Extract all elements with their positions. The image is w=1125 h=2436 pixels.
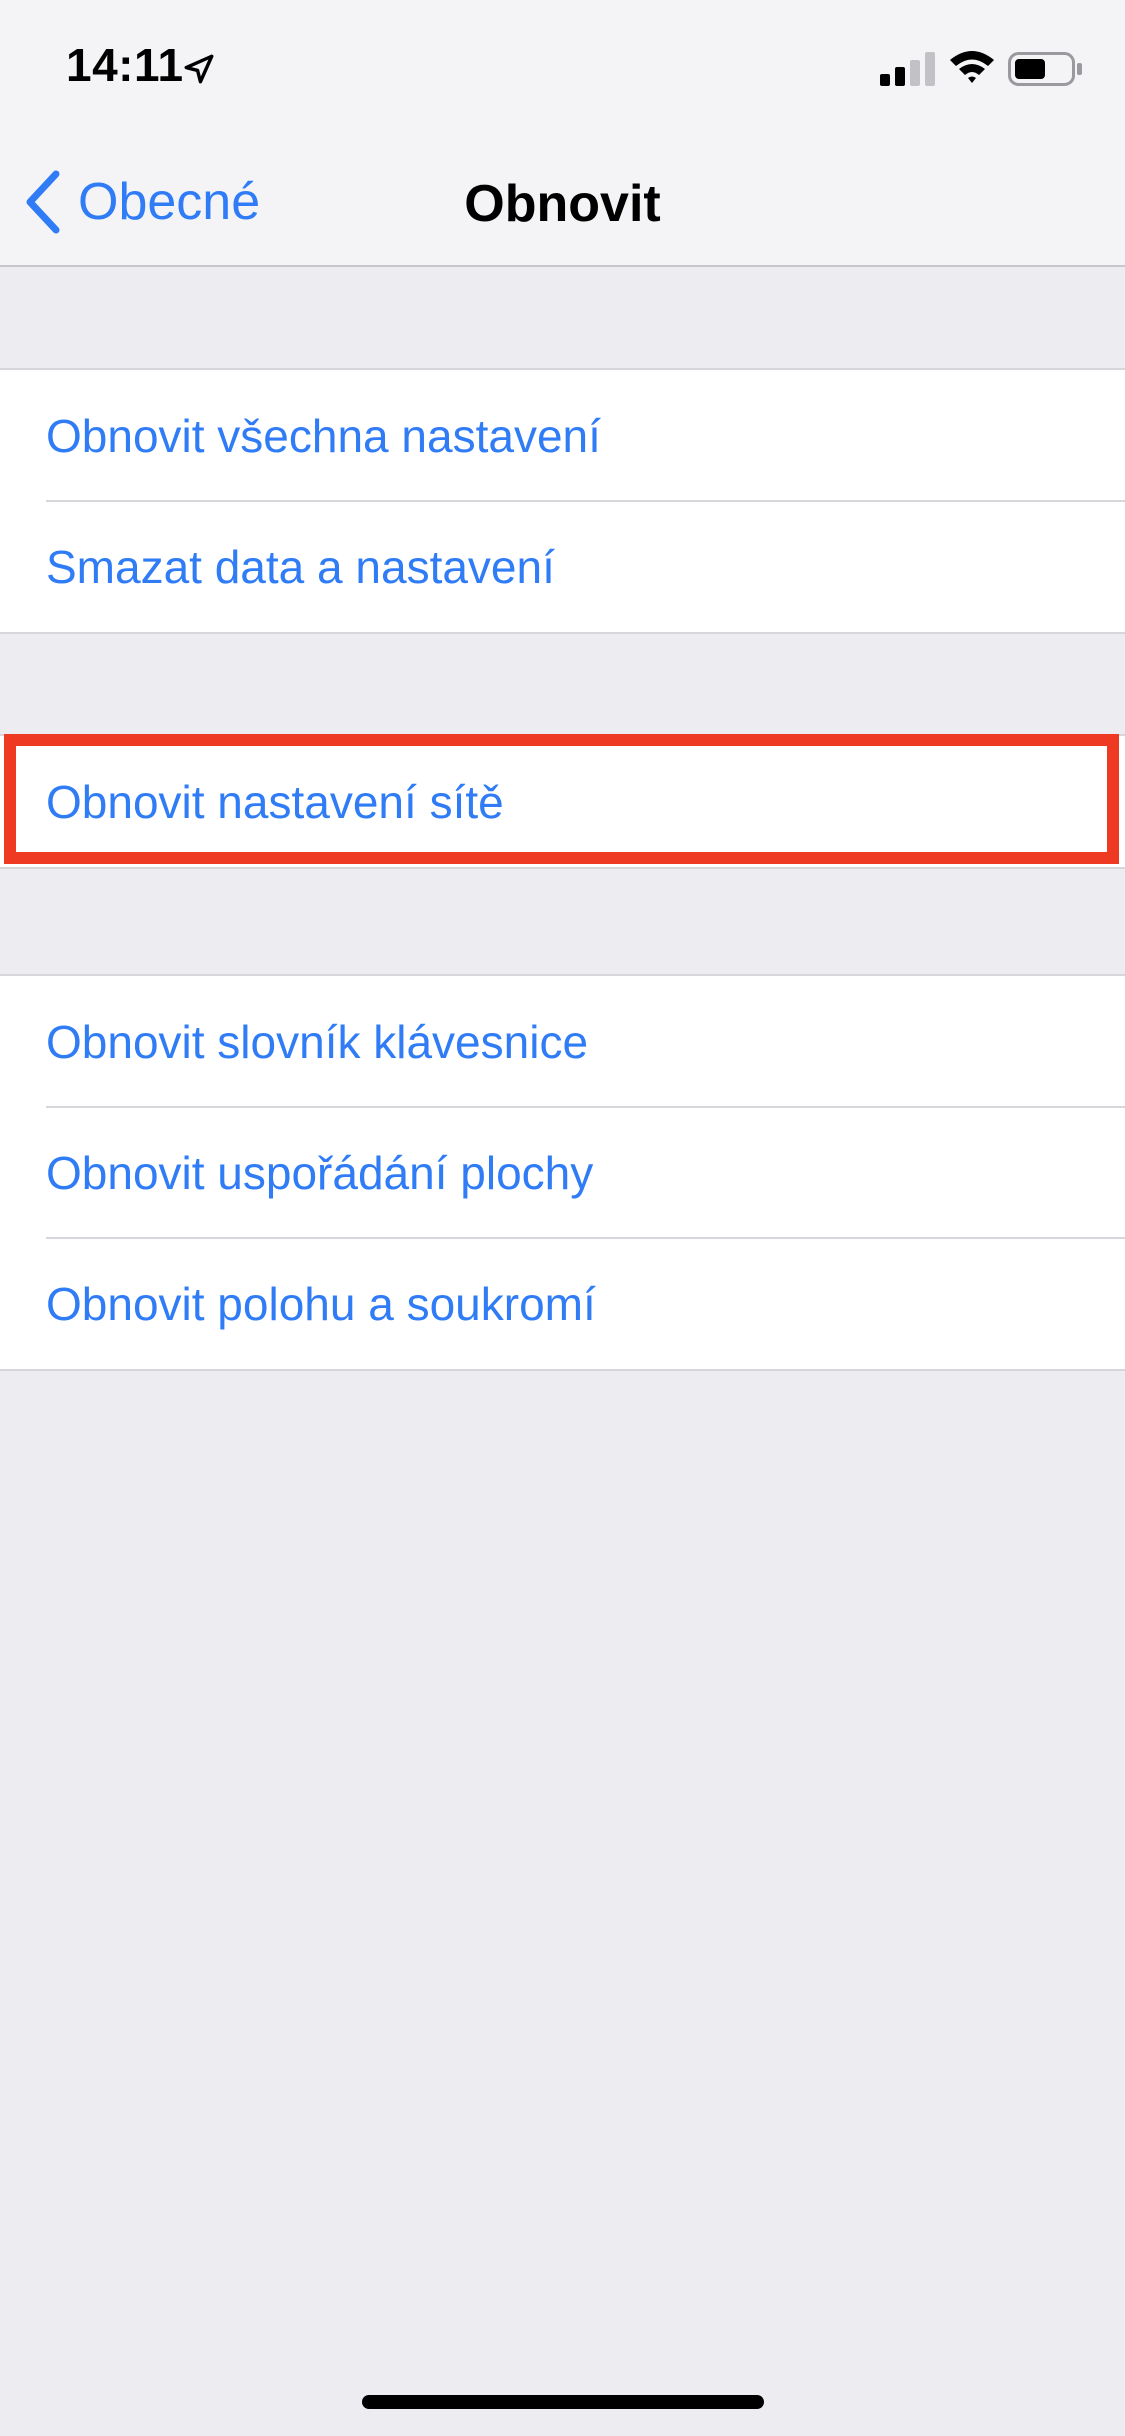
- reset-all-settings-row[interactable]: Obnovit všechna nastavení: [0, 370, 1125, 501]
- reset-keyboard-dictionary-row[interactable]: Obnovit slovník klávesnice: [0, 976, 1125, 1107]
- erase-content-settings-row[interactable]: Smazat data a nastavení: [0, 500, 1125, 632]
- status-time: 14:11: [66, 39, 184, 91]
- wifi-icon: [950, 51, 994, 83]
- reset-group-network: Obnovit nastavení sítě: [0, 734, 1125, 869]
- cellular-signal-icon: [880, 52, 935, 86]
- reset-location-privacy-row[interactable]: Obnovit polohu a soukromí: [0, 1237, 1125, 1369]
- location-arrow-icon: [184, 54, 214, 84]
- reset-group-other: Obnovit slovník klávesnice Obnovit uspoř…: [0, 974, 1125, 1371]
- reset-network-settings-row[interactable]: Obnovit nastavení sítě: [0, 736, 1125, 867]
- settings-screen: 14:11 Obecné Obnovit Obnovit všechna nas…: [0, 0, 1125, 2436]
- home-indicator[interactable]: [362, 2395, 764, 2409]
- page-title: Obnovit: [464, 175, 661, 233]
- battery-icon: [1008, 52, 1082, 86]
- reset-home-screen-layout-row[interactable]: Obnovit uspořádání plochy: [0, 1106, 1125, 1238]
- status-bar: 14:11: [0, 0, 1125, 140]
- reset-group-general: Obnovit všechna nastavení Smazat data a …: [0, 368, 1125, 634]
- navigation-bar: Obecné Obnovit: [0, 140, 1125, 267]
